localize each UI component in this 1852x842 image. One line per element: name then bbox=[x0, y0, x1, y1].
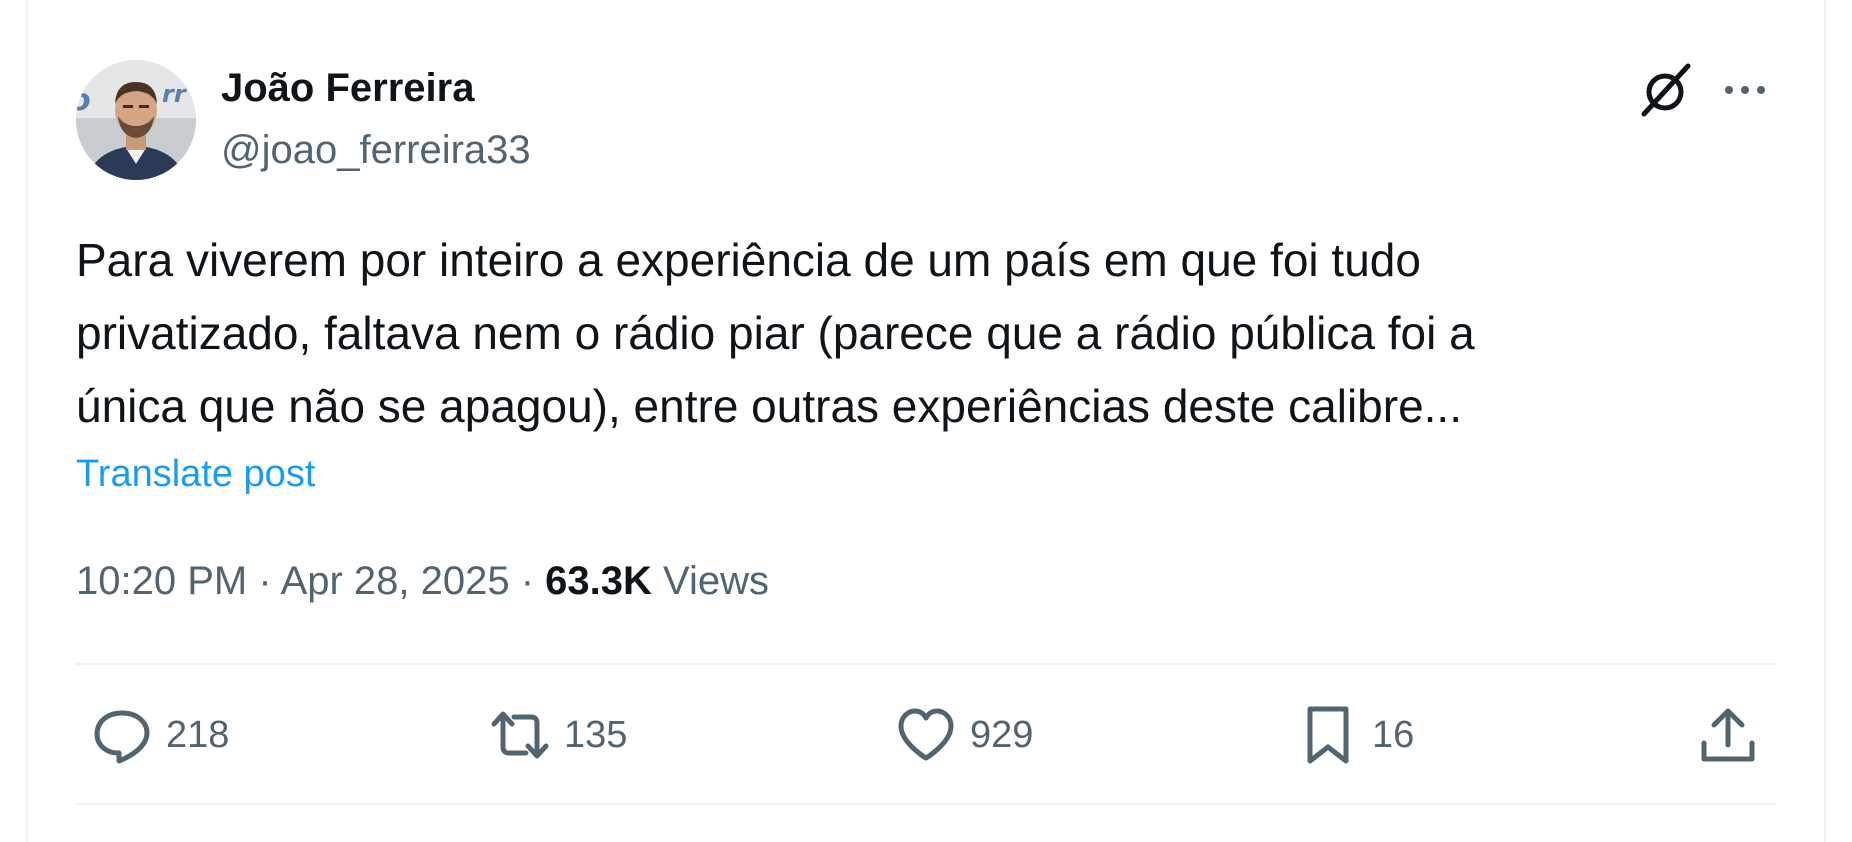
reply-icon bbox=[94, 710, 150, 764]
repost-button[interactable]: 135 bbox=[490, 705, 627, 765]
like-icon bbox=[898, 708, 954, 761]
translate-post-link[interactable]: Translate post bbox=[76, 453, 315, 496]
grok-icon[interactable] bbox=[1636, 62, 1692, 118]
column-border-right bbox=[1824, 0, 1826, 842]
author-handle[interactable]: @joao_ferreira33 bbox=[221, 128, 531, 173]
post-date[interactable]: Apr 28, 2025 bbox=[281, 559, 510, 603]
reply-count: 218 bbox=[166, 713, 230, 756]
divider-bottom bbox=[76, 803, 1776, 805]
like-count: 929 bbox=[970, 713, 1034, 756]
column-border-left bbox=[26, 0, 28, 842]
views-count: 63.3K bbox=[545, 559, 652, 603]
reply-button[interactable]: 218 bbox=[92, 705, 229, 765]
bookmark-icon bbox=[1307, 706, 1349, 764]
page: o rr João Ferreira @joao_ferreira33 bbox=[0, 0, 1852, 842]
post-metadata: 10:20 PM · Apr 28, 2025 · 63.3K Views bbox=[76, 559, 769, 604]
repost-count: 135 bbox=[564, 713, 628, 756]
bookmark-button[interactable]: 16 bbox=[1298, 705, 1414, 765]
repost-icon bbox=[491, 711, 549, 759]
avatar[interactable]: o rr bbox=[76, 60, 196, 180]
like-button[interactable]: 929 bbox=[896, 705, 1033, 765]
svg-text:rr: rr bbox=[162, 80, 188, 108]
avatar-photo: o rr bbox=[76, 60, 196, 180]
divider-top bbox=[76, 663, 1776, 665]
post-time[interactable]: 10:20 PM bbox=[76, 559, 247, 603]
share-button[interactable] bbox=[1698, 705, 1758, 765]
meta-separator: · bbox=[247, 559, 281, 603]
bookmark-count: 16 bbox=[1372, 713, 1415, 756]
more-icon[interactable] bbox=[1721, 70, 1769, 110]
author-display-name[interactable]: João Ferreira bbox=[221, 66, 474, 111]
post: o rr João Ferreira @joao_ferreira33 bbox=[76, 0, 1776, 842]
post-text: Para viverem por inteiro a experiência d… bbox=[76, 234, 1475, 432]
svg-text:o: o bbox=[76, 83, 91, 118]
views-label: Views bbox=[663, 559, 770, 603]
meta-separator: · bbox=[509, 559, 546, 603]
share-icon bbox=[1701, 708, 1755, 762]
